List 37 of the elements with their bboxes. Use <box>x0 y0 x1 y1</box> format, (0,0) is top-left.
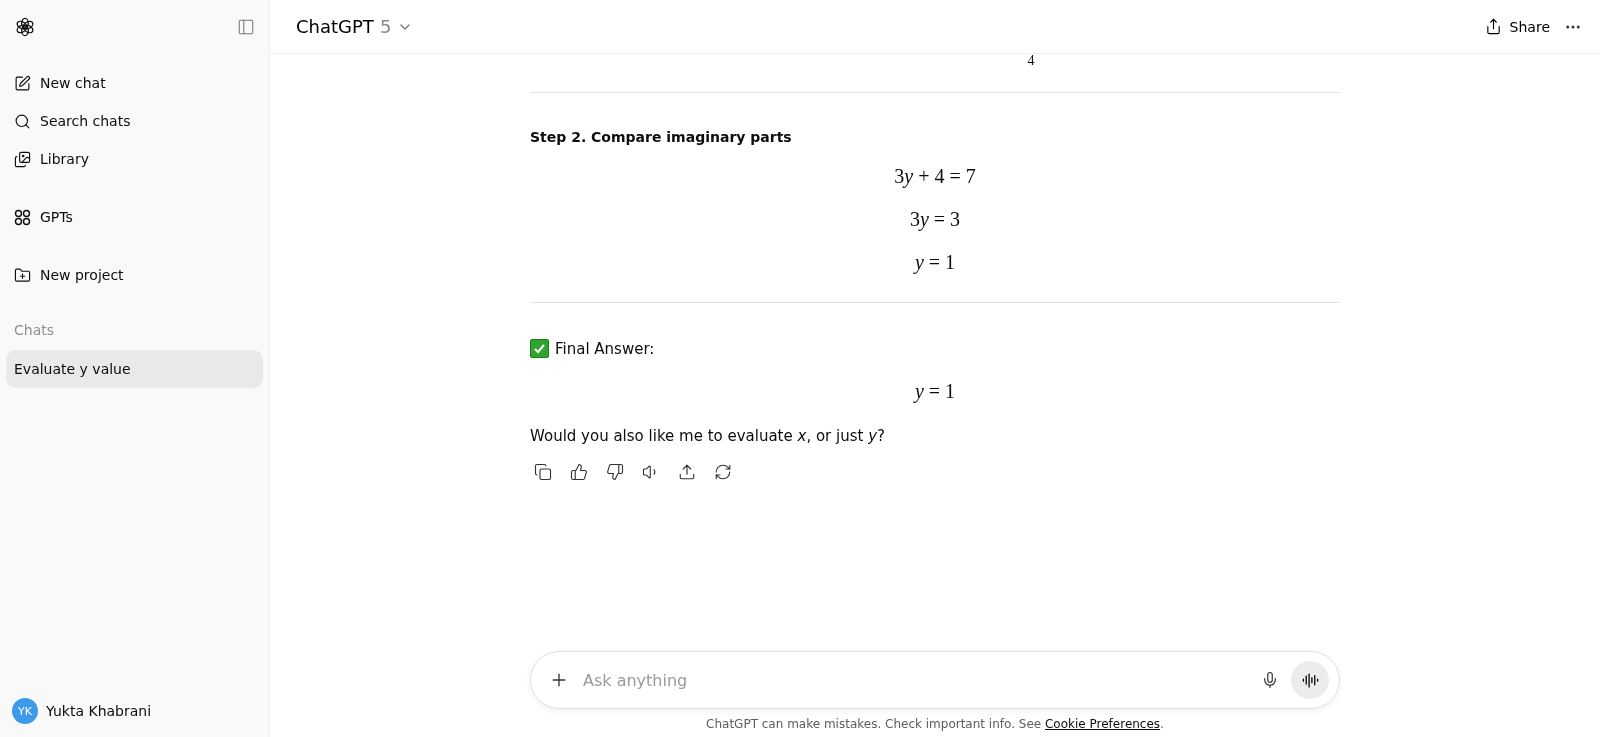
math-fragment: 4 <box>1026 54 1036 68</box>
disclaimer-text: ChatGPT can make mistakes. Check important info. See Cookie Preferences. <box>706 717 1164 731</box>
images-icon <box>14 150 31 168</box>
equation: 3y + 4 = 7 <box>893 165 977 188</box>
equation: y = 1 <box>912 380 957 403</box>
refresh-icon <box>714 463 732 481</box>
sidebar-item[interactable]: GPTs <box>6 198 263 236</box>
sidebar-toggle-icon[interactable] <box>237 18 255 36</box>
upload-icon <box>678 463 696 481</box>
logo-icon[interactable] <box>14 16 36 38</box>
sidebar-item[interactable]: Library <box>6 140 263 178</box>
sidebar-item[interactable]: New chat <box>6 64 263 102</box>
microphone-icon <box>1261 671 1279 689</box>
equation: 3y = 3 <box>908 208 962 231</box>
user-name: Yukta Khabrani <box>46 703 152 719</box>
model-selector[interactable]: ChatGPT 5 <box>290 12 420 41</box>
message-input[interactable]: Ask anything <box>581 669 1249 691</box>
search-icon <box>14 112 31 130</box>
final-answer-label: Final Answer: <box>555 339 655 358</box>
waveform-icon <box>1301 671 1319 689</box>
sidebar-item[interactable]: Search chats <box>6 102 263 140</box>
thumbs-down-icon <box>606 463 624 481</box>
checkmark-icon <box>530 339 549 358</box>
step-heading: Step 2. Compare imaginary parts <box>530 129 793 145</box>
share-button[interactable]: Share <box>1474 12 1560 41</box>
chat-item[interactable]: Evaluate y value <box>6 350 263 388</box>
section-label: Chats <box>13 321 55 340</box>
sidebar-item[interactable]: New project <box>6 256 263 294</box>
grid-icon <box>14 208 31 226</box>
equation: y = 1 <box>912 251 957 274</box>
folder-plus-icon <box>14 266 31 284</box>
copy-icon <box>534 463 552 481</box>
share-icon <box>1484 18 1502 35</box>
edit-icon <box>14 74 31 92</box>
message-text: Would you also like me to evaluate x, or just y? <box>530 427 887 445</box>
thumbs-up-icon <box>570 463 588 481</box>
voice-button[interactable] <box>1291 661 1329 699</box>
